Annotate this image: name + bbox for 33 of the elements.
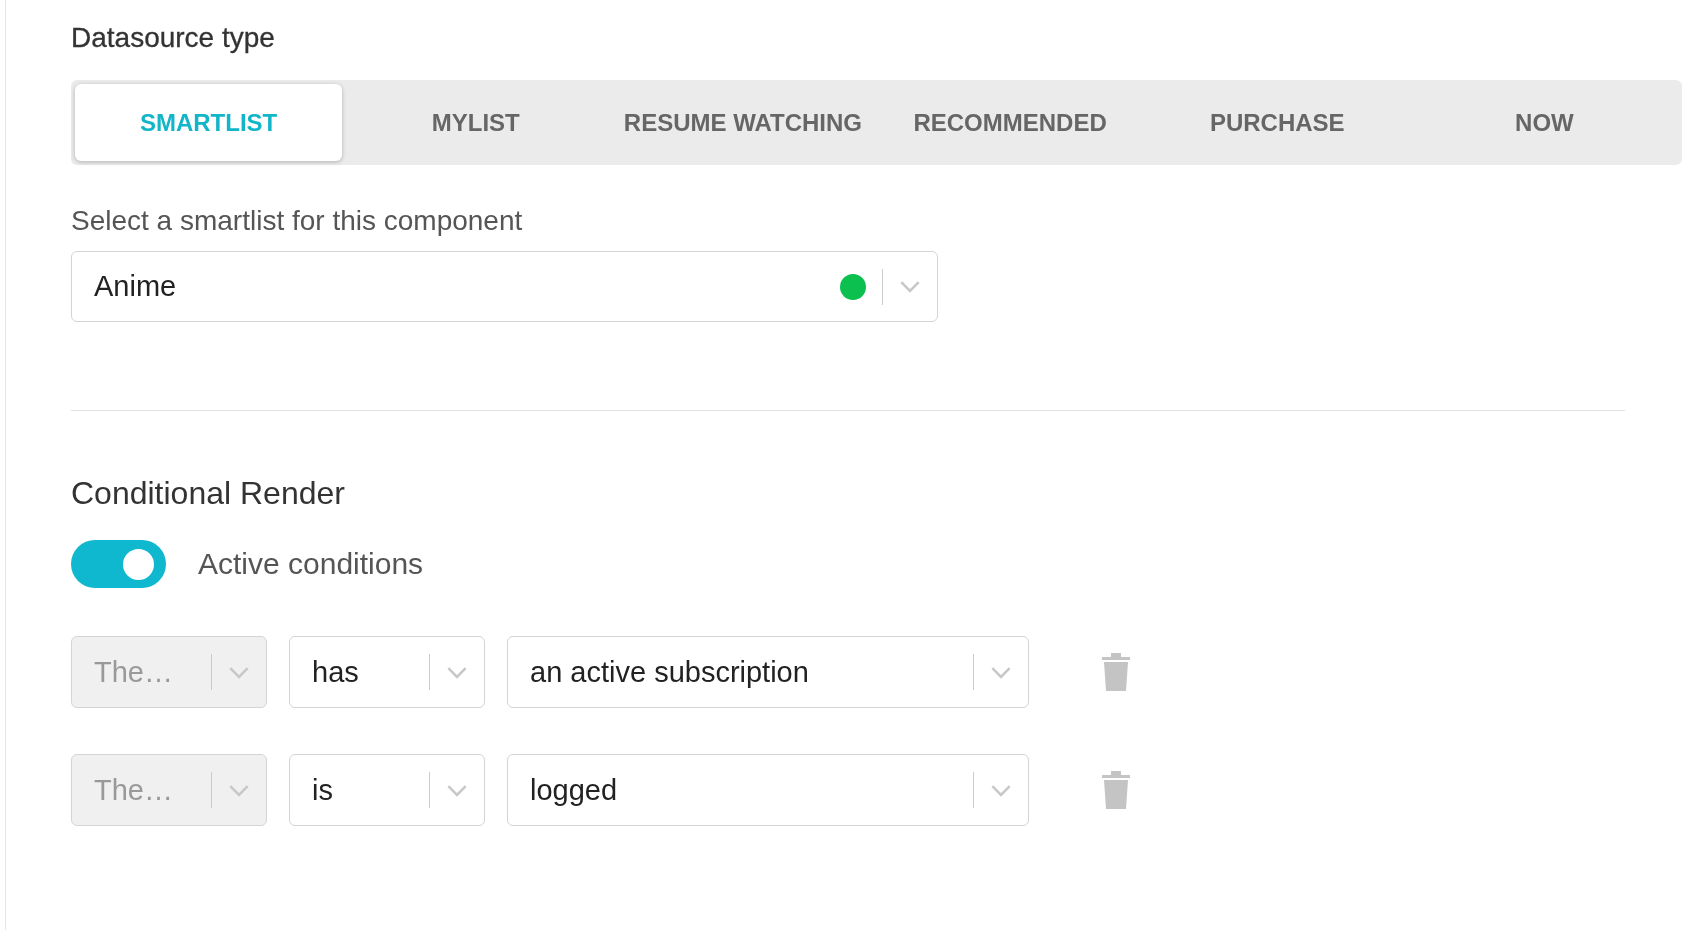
toggle-switch[interactable]: [71, 540, 166, 588]
select-value: Anime: [94, 270, 178, 303]
chevron-down-icon: [446, 783, 468, 797]
trash-icon[interactable]: [1101, 652, 1131, 692]
tab[interactable]: NOW: [1410, 84, 1678, 161]
condition-select[interactable]: is: [289, 754, 485, 826]
chevron-down-icon: [990, 665, 1012, 679]
select-value: has: [312, 655, 360, 689]
chevron-down-icon: [446, 665, 468, 679]
section-title: Datasource type: [71, 22, 276, 54]
tab[interactable]: SMARTLIST: [75, 84, 343, 161]
status-dot-icon: [840, 273, 866, 300]
chevron-down-icon: [899, 280, 921, 293]
tab[interactable]: RESUME WATCHING: [609, 84, 877, 161]
toggle-label: Active conditions: [198, 547, 424, 581]
smartlist-select[interactable]: Anime: [71, 251, 938, 322]
tab[interactable]: RECOMMENDED: [876, 84, 1144, 161]
select-value: The…: [94, 773, 174, 807]
chevron-down-icon: [990, 783, 1012, 797]
chevron-down-icon: [228, 665, 250, 679]
select-value: The…: [94, 655, 174, 689]
tab[interactable]: MYLIST: [342, 84, 610, 161]
section-title: Conditional Render: [71, 475, 346, 512]
select-value: is: [312, 773, 334, 807]
field-label: Select a smartlist for this component: [71, 205, 524, 237]
condition-select[interactable]: an active subscription: [507, 636, 1029, 708]
trash-icon[interactable]: [1101, 770, 1131, 810]
tab[interactable]: PURCHASE: [1143, 84, 1411, 161]
condition-select[interactable]: logged: [507, 754, 1029, 826]
condition-select[interactable]: has: [289, 636, 485, 708]
select-value: an active subscription: [530, 655, 810, 689]
select-value: logged: [530, 773, 619, 807]
chevron-down-icon: [228, 783, 250, 797]
